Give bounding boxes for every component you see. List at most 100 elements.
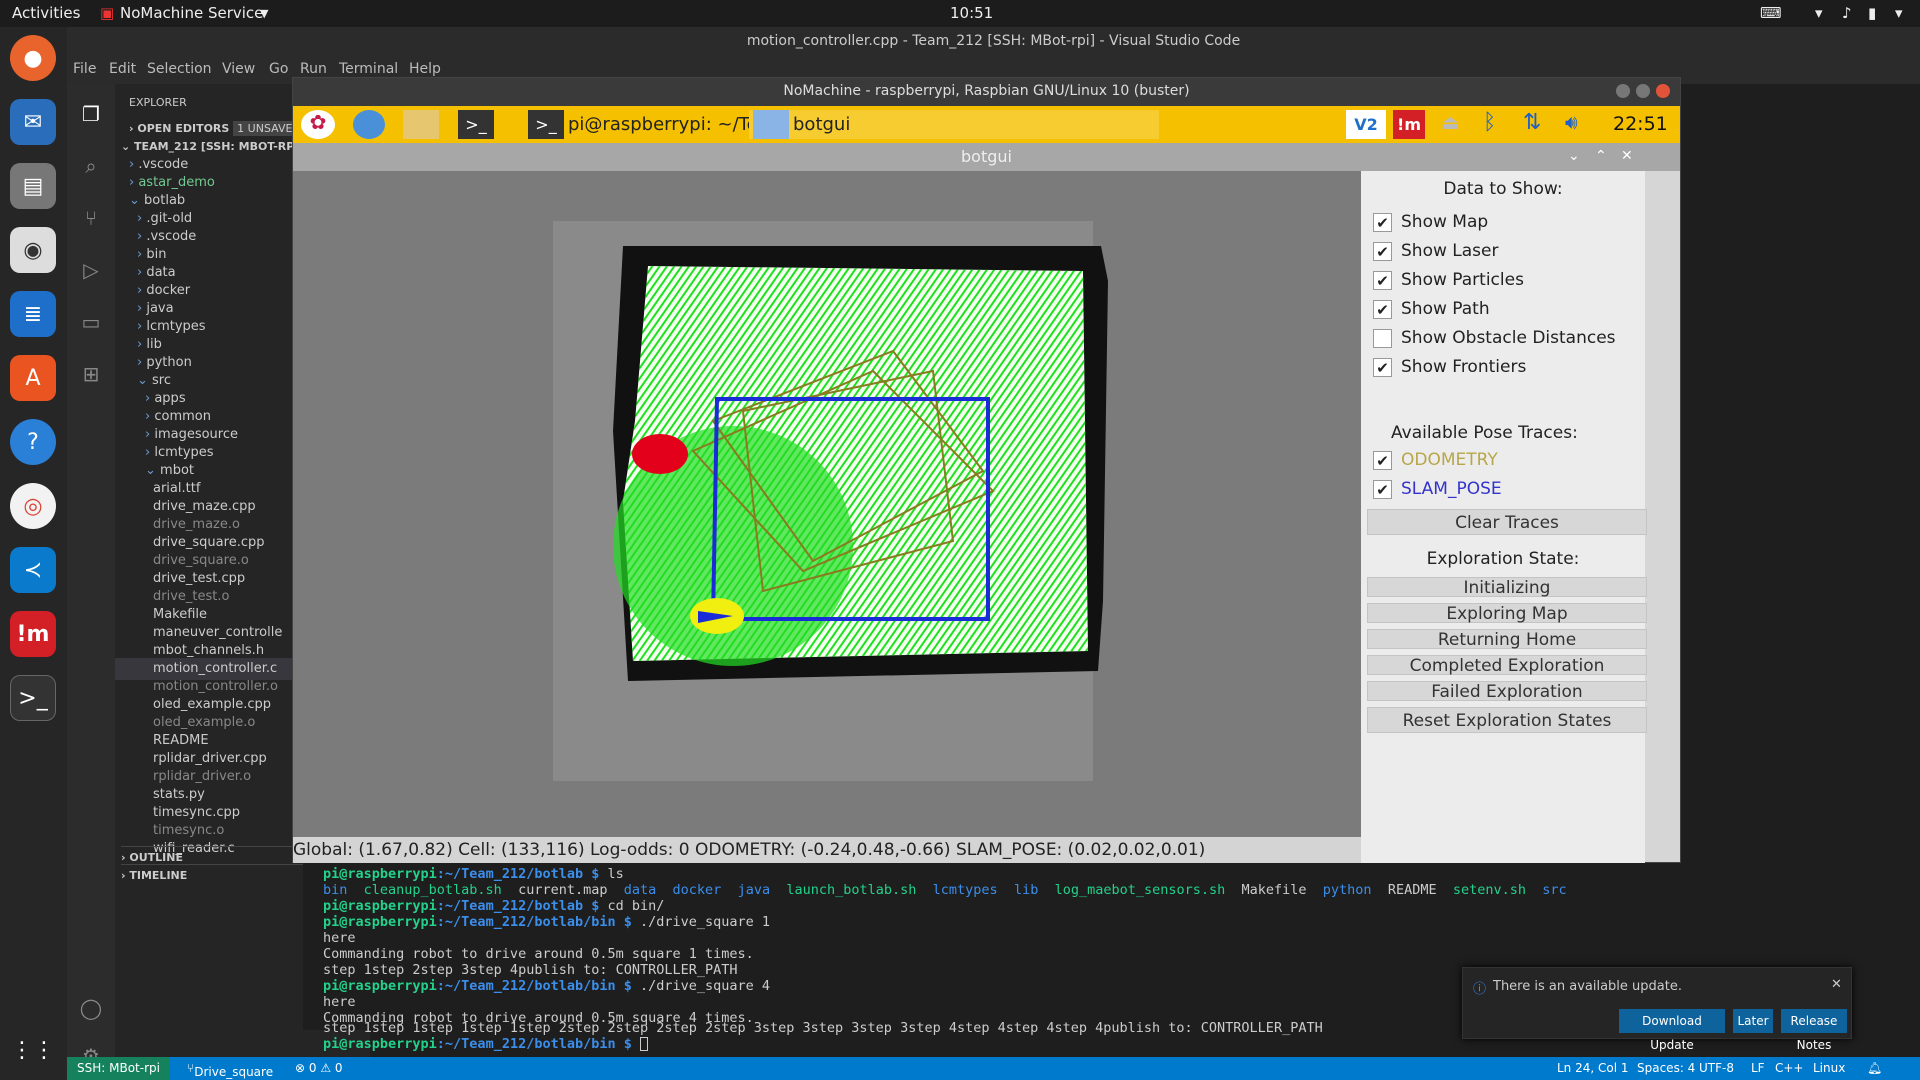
checkbox-label[interactable]: Show Map [1401,212,1488,232]
checkbox[interactable]: ✔ [1373,300,1392,319]
writer-icon[interactable]: ≣ [10,291,56,337]
remote-explorer-icon[interactable]: ▭ [77,310,105,338]
files-icon[interactable]: ▤ [10,163,56,209]
release-notes-button[interactable]: Release Notes [1781,1009,1847,1052]
terminal-ls-output: bin cleanup_botlab.sh current.map data d… [323,882,1583,898]
source-control-icon[interactable]: ⑂ [77,206,105,234]
file-label: drive_maze.o [153,517,240,532]
checkbox-label[interactable]: SLAM_POSE [1401,479,1502,499]
os-indicator[interactable]: Linux [1813,1061,1845,1075]
chrome-icon[interactable]: ◎ [10,483,56,529]
checkbox-label[interactable]: Show Frontiers [1401,357,1526,377]
clear-traces-button[interactable]: Clear Traces [1367,509,1647,535]
file-label: README [153,733,209,748]
remote-indicator[interactable]: SSH: MBot-rpi [67,1057,170,1080]
clock[interactable]: 10:51 [950,4,993,22]
menu-run[interactable]: Run [300,61,327,77]
checkbox[interactable]: ✔ [1373,213,1392,232]
run-debug-icon[interactable]: ▷ [77,258,105,286]
terminal-icon[interactable]: >_ [458,110,494,139]
thunderbird-icon[interactable]: ✉ [10,99,56,145]
encoding[interactable]: UTF-8 [1699,1061,1734,1075]
firefox-icon[interactable]: ● [10,35,56,81]
branch-indicator[interactable]: ⑂ Drive_square [187,1061,273,1079]
checkbox-label[interactable]: Show Particles [1401,270,1524,290]
software-icon[interactable]: A [10,355,56,401]
app-menu[interactable]: NoMachine Service [120,4,263,22]
close-icon[interactable]: ✕ [1621,148,1633,164]
show-apps-icon[interactable]: ⋮⋮ [10,1027,56,1073]
later-button[interactable]: Later [1733,1009,1773,1033]
vnc-icon[interactable]: V2 [1346,110,1386,139]
extensions-icon[interactable]: ⊞ [77,362,105,390]
maximize-button[interactable] [1636,84,1650,98]
network-icon[interactable]: ⇅ [1523,110,1541,139]
minimize-button[interactable] [1616,84,1630,98]
download-update-button[interactable]: Download Update [1619,1009,1725,1052]
volume-icon[interactable]: ♪ [1842,4,1852,22]
bell-icon[interactable]: 🔔︎ [1867,1061,1882,1075]
rhythmbox-icon[interactable]: ◉ [10,227,56,273]
keyboard-icon[interactable]: ⌨ [1760,4,1782,22]
network-icon[interactable]: ▾ [1815,4,1823,22]
checkbox-label[interactable]: Show Path [1401,299,1490,319]
checkbox-label[interactable]: ODOMETRY [1401,450,1498,470]
search-icon[interactable]: ⌕ [77,154,105,182]
menu-help[interactable]: Help [409,61,441,77]
taskbar-terminal[interactable]: pi@raspberrypi: ~/Te... [568,110,775,139]
file-label: timesync.o [153,823,225,838]
eol[interactable]: LF [1751,1061,1765,1075]
close-button[interactable] [1656,84,1670,98]
checkbox[interactable]: ✔ [1373,242,1392,261]
panel-clock[interactable]: 22:51 [1613,110,1668,139]
terminal-prompt[interactable]: pi@raspberrypi:~/Team_212/botlab/bin $ [323,1036,648,1052]
chevron-icon: › [137,247,147,262]
taskbar-botgui[interactable]: botgui [793,110,850,139]
chevron-up-icon[interactable]: ⌃ [1595,148,1607,164]
help-icon[interactable]: ? [10,419,56,465]
system-menu-icon[interactable]: ▾ [1895,4,1903,22]
vscode-icon[interactable]: ≺ [10,547,56,593]
indentation[interactable]: Spaces: 4 [1637,1061,1695,1075]
battery-icon[interactable]: ▮ [1868,4,1876,22]
checkbox[interactable] [1373,329,1392,348]
file-label: motion_controller.o [153,679,278,694]
nomachine-icon[interactable]: !m [10,611,56,657]
close-icon[interactable]: ✕ [1831,977,1842,992]
checkbox[interactable]: ✔ [1373,358,1392,377]
menu-selection[interactable]: Selection [147,61,212,77]
checkbox-label[interactable]: Show Laser [1401,241,1498,261]
menu-terminal[interactable]: Terminal [339,61,398,77]
chevron-icon: › [145,427,155,442]
raspberry-pi-panel: ✿ >_ >_ pi@raspberrypi: ~/Te... botgui V… [293,106,1680,143]
map-canvas[interactable] [293,171,1361,837]
menu-edit[interactable]: Edit [109,61,136,77]
raspberry-menu-icon[interactable]: ✿ [301,110,335,139]
terminal-icon[interactable]: >_ [10,675,56,721]
file-manager-icon[interactable] [403,110,439,139]
menu-file[interactable]: File [73,61,96,77]
nomachine-tray-icon[interactable]: !m [1393,110,1425,139]
language-mode[interactable]: C++ [1775,1061,1804,1075]
bluetooth-icon[interactable]: ᛒ [1483,110,1496,139]
activities-button[interactable]: Activities [12,4,80,22]
menu-view[interactable]: View [222,61,255,77]
browser-icon[interactable] [353,110,385,139]
explorer-icon[interactable]: ❐ [77,102,105,130]
account-icon[interactable]: ◯ [77,996,105,1024]
problems-indicator[interactable]: ⊗ 0 ⚠ 0 [295,1061,343,1075]
file-label: drive_test.cpp [153,571,246,586]
checkbox[interactable]: ✔ [1373,451,1392,470]
checkbox[interactable]: ✔ [1373,271,1392,290]
menu-go[interactable]: Go [269,61,288,77]
activity-bar: ❐ ⌕ ⑂ ▷ ▭ ⊞ ◯ ⚙ [67,84,115,1068]
exploration-state-indicator: Failed Exploration [1367,681,1647,702]
ls-entry: launch_botlab.sh [786,882,933,898]
checkbox-label[interactable]: Show Obstacle Distances [1401,328,1616,348]
eject-icon[interactable]: ⏏ [1441,110,1460,139]
cursor-position[interactable]: Ln 24, Col 1 [1557,1061,1629,1075]
chevron-down-icon[interactable]: ⌄ [1568,148,1580,164]
checkbox[interactable]: ✔ [1373,480,1392,499]
volume-icon[interactable]: 🔊︎ [1565,110,1578,139]
reset-exploration-button[interactable]: Reset Exploration States [1367,707,1647,733]
